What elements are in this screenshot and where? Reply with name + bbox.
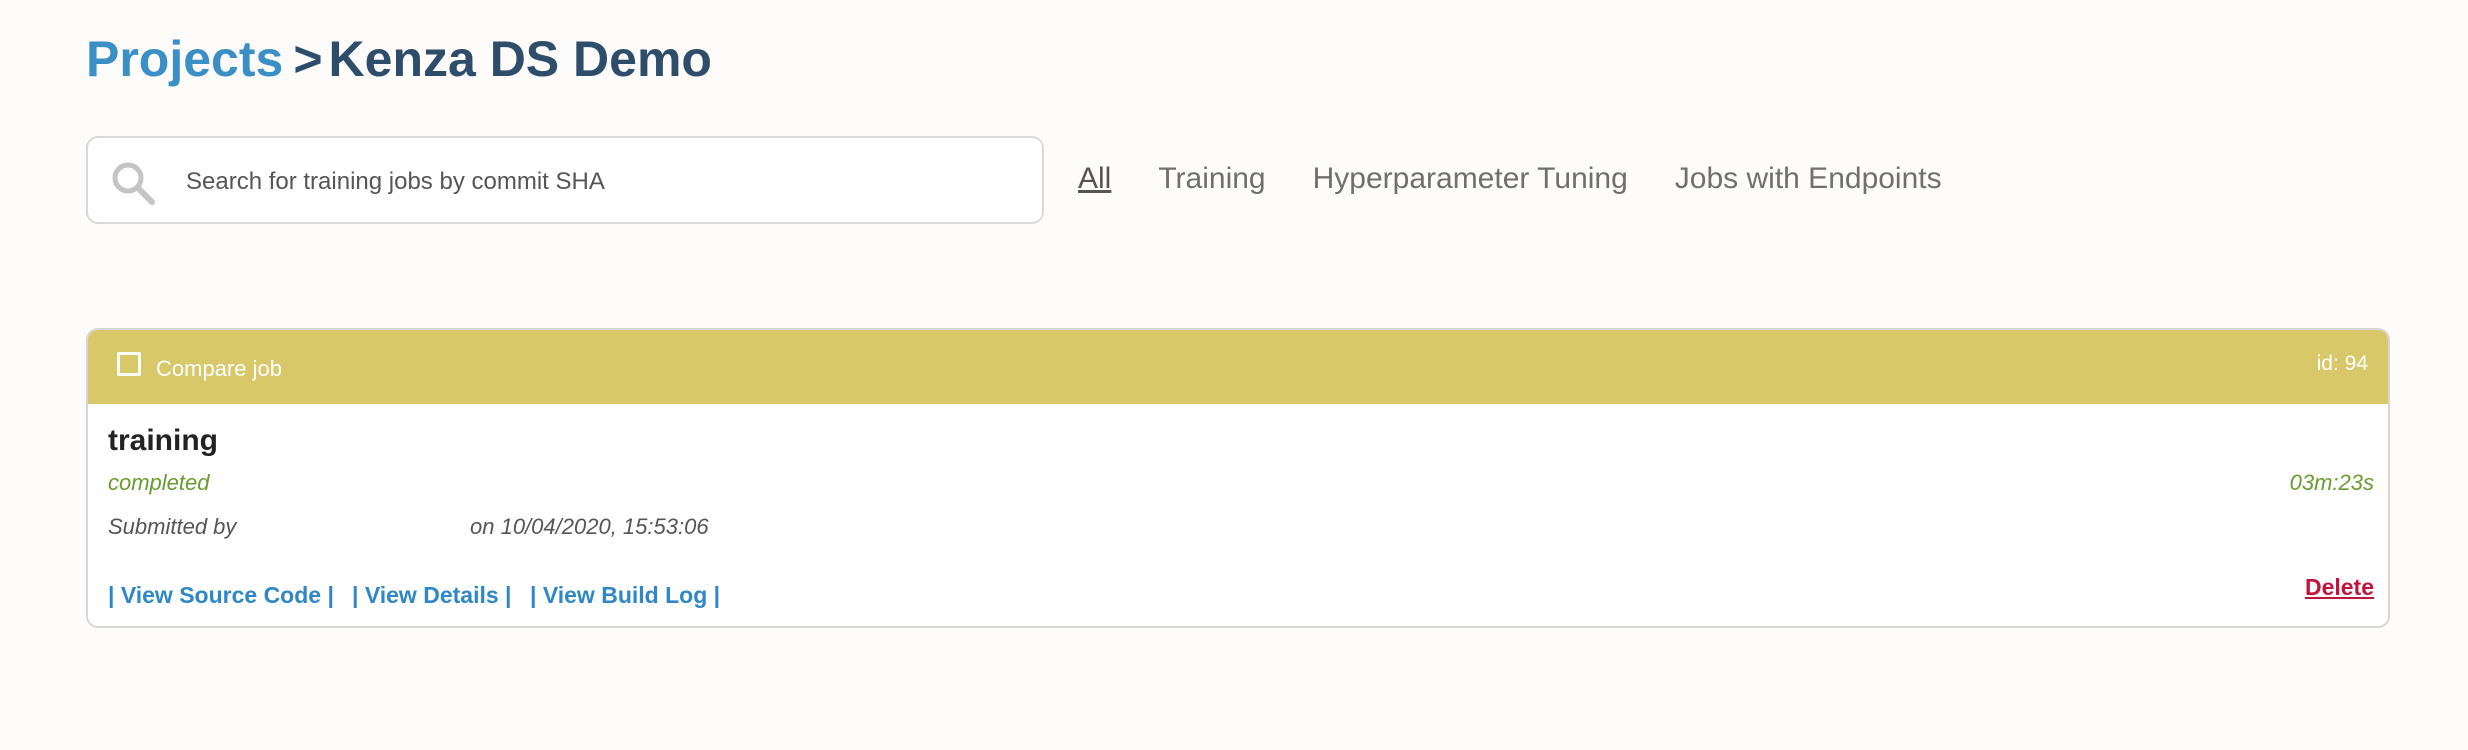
view-source-code-link[interactable]: | View Source Code |: [108, 582, 334, 609]
tab-hyperparameter-tuning[interactable]: Hyperparameter Tuning: [1313, 162, 1628, 196]
page-title: Kenza DS Demo: [328, 31, 712, 87]
tab-jobs-with-endpoints[interactable]: Jobs with Endpoints: [1675, 162, 1942, 196]
breadcrumb-projects-link[interactable]: Projects: [86, 31, 283, 87]
view-build-log-link[interactable]: | View Build Log |: [530, 582, 720, 609]
page: Projects>Kenza DS Demo All Training Hype…: [0, 0, 2468, 750]
job-card-header: Compare job id: 94: [88, 330, 2388, 404]
submitted-by-label: Submitted by: [108, 514, 237, 539]
compare-job-checkbox[interactable]: [117, 352, 141, 376]
filter-tabs: All Training Hyperparameter Tuning Jobs …: [1078, 150, 1989, 208]
submitted-on: on 10/04/2020, 15:53:06: [470, 514, 709, 539]
job-card: Compare job id: 94 training completed 03…: [86, 328, 2390, 628]
job-duration: 03m:23s: [2289, 470, 2374, 495]
search-box: [86, 136, 1044, 224]
breadcrumb: Projects > Kenza DS Demo: [86, 24, 712, 94]
delete-button[interactable]: Delete: [2305, 574, 2374, 601]
job-status: completed: [108, 470, 210, 495]
breadcrumb-separator: >: [293, 31, 323, 87]
job-type: training: [108, 424, 218, 457]
compare-job-label[interactable]: Compare job: [156, 356, 282, 382]
view-details-link[interactable]: | View Details |: [352, 582, 511, 609]
job-id: id: 94: [2316, 352, 2368, 375]
search-input[interactable]: [184, 152, 1028, 212]
tab-all[interactable]: All: [1078, 162, 1111, 196]
tab-training[interactable]: Training: [1158, 162, 1265, 196]
search-icon: [112, 162, 155, 205]
